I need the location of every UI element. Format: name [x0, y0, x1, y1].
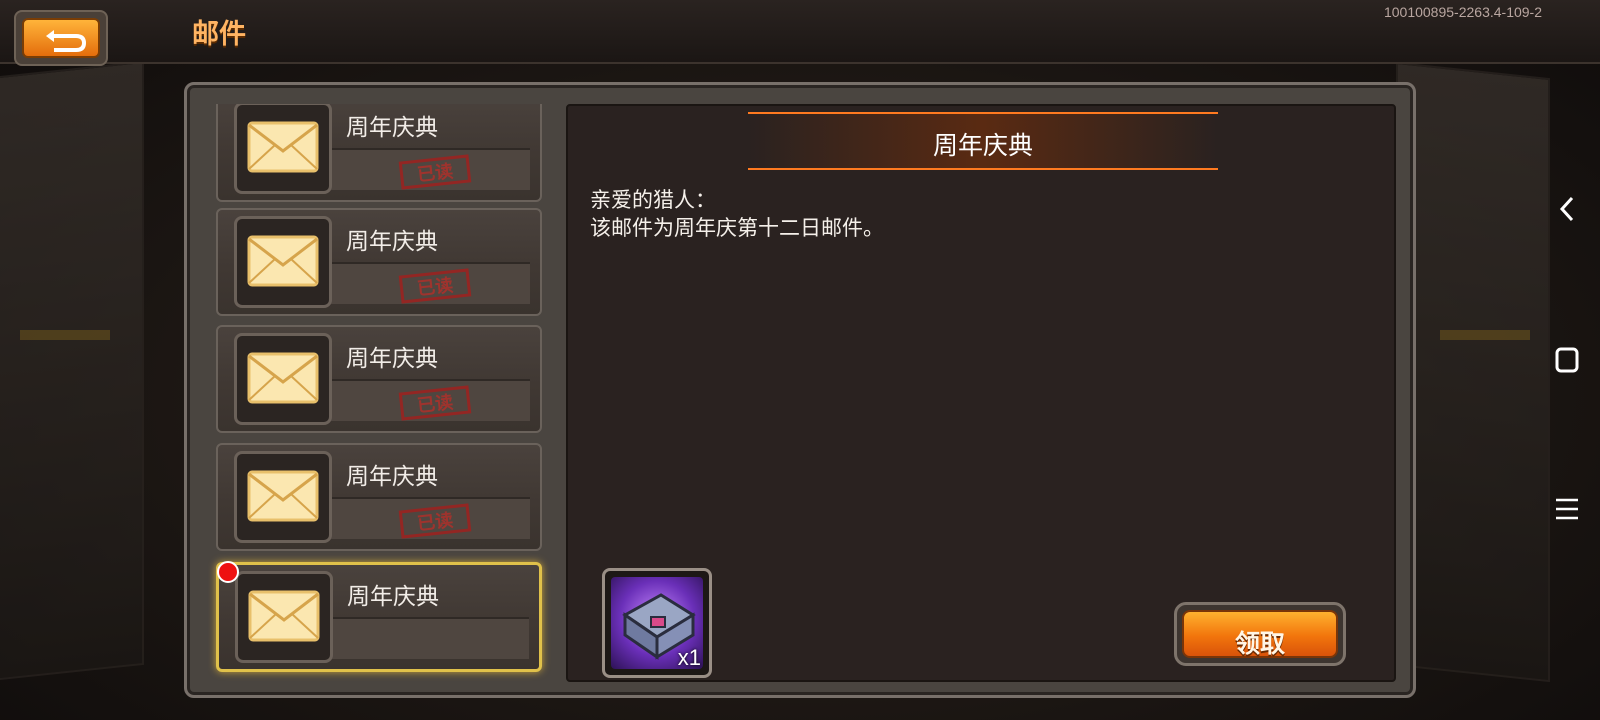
back-button-face: [22, 18, 100, 58]
mail-list-item[interactable]: 周年庆典 已读: [216, 208, 542, 316]
envelope-icon: [247, 470, 319, 522]
envelope-icon: [247, 121, 319, 173]
envelope-frame: [234, 333, 332, 425]
mail-item-title: 周年庆典: [347, 584, 439, 610]
back-button[interactable]: [14, 10, 108, 66]
reward-item[interactable]: x1: [602, 568, 712, 678]
mail-list-item[interactable]: 周年庆典 已读: [216, 104, 542, 202]
mail-item-title: 周年庆典: [346, 115, 438, 141]
reward-quantity: x1: [677, 645, 701, 670]
system-navigation: [1530, 0, 1600, 720]
system-menu-button[interactable]: [1550, 492, 1584, 526]
unread-dot: [217, 561, 239, 583]
envelope-frame: [234, 451, 332, 543]
claim-button[interactable]: 领取: [1174, 602, 1346, 666]
background-panel-left: [0, 60, 144, 684]
background-stripe: [20, 330, 110, 340]
mail-item-title: 周年庆典: [346, 229, 438, 255]
mail-body: 该邮件为周年庆第十二日邮件。: [590, 216, 884, 240]
system-home-button[interactable]: [1550, 343, 1584, 377]
page-title: 邮件: [192, 19, 246, 50]
claim-button-label: 领取: [1234, 629, 1285, 658]
mail-item-footer: [329, 617, 529, 659]
menu-lines-icon: [1556, 498, 1578, 520]
background-stripe: [1440, 330, 1530, 340]
version-label: 100100895-2263.4-109-2: [1383, 4, 1542, 20]
mail-list-item[interactable]: 周年庆典 已读: [216, 325, 542, 433]
mail-list-item[interactable]: 周年庆典 已读: [216, 443, 542, 551]
top-bar: 邮件 100100895-2263.4-109-2: [0, 0, 1600, 66]
envelope-frame: [234, 104, 332, 194]
detail-title-bar: 周年庆典: [748, 112, 1218, 170]
envelope-frame: [234, 216, 332, 308]
mail-list[interactable]: 周年庆典 已读 周年庆典 已读 周年庆典 已读 周年庆典 已读 周年庆典: [208, 104, 552, 684]
mail-screen: 邮件 100100895-2263.4-109-2 周年庆典 已读 周年庆典 已…: [0, 0, 1600, 720]
envelope-icon: [247, 235, 319, 287]
mail-list-item-selected[interactable]: 周年庆典: [216, 561, 542, 672]
envelope-frame: [235, 571, 333, 663]
return-arrow-icon: [46, 30, 87, 52]
mail-greeting: 亲爱的猎人：: [590, 188, 716, 212]
background-panel-right: [1396, 61, 1550, 683]
mail-item-title: 周年庆典: [346, 346, 438, 372]
system-back-button[interactable]: [1550, 192, 1584, 226]
mail-detail-pane: 周年庆典 亲爱的猎人： 该邮件为周年庆第十二日邮件。 x1 领取: [566, 104, 1396, 682]
mail-item-title: 周年庆典: [346, 464, 438, 490]
square-icon: [1555, 347, 1579, 373]
envelope-icon: [247, 352, 319, 404]
chevron-left-icon: [1559, 196, 1574, 222]
envelope-icon: [248, 590, 320, 642]
detail-title: 周年庆典: [932, 131, 1033, 160]
claim-button-face: 领取: [1182, 610, 1338, 658]
